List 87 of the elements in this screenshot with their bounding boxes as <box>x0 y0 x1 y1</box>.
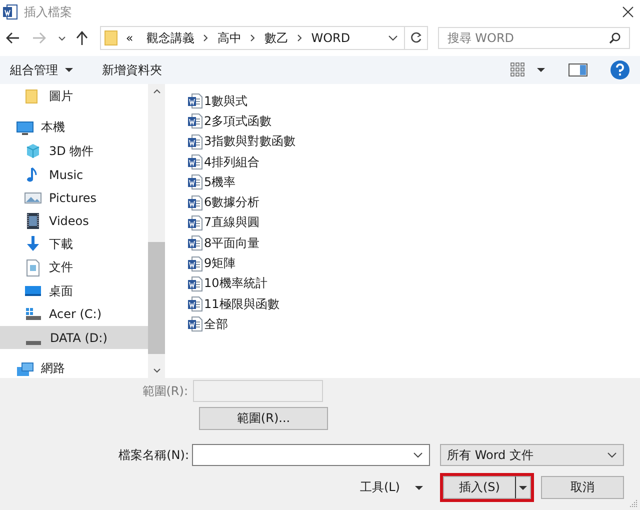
word-document-icon <box>187 256 203 272</box>
file-name[interactable]: 11極限與函數 <box>204 296 280 313</box>
document-icon <box>24 258 42 277</box>
file-name[interactable]: 10機率統計 <box>204 275 268 292</box>
sidebar-item[interactable]: 3D 物件 <box>0 140 148 163</box>
word-document-icon <box>187 93 203 110</box>
search-field[interactable]: 搜尋 WORD <box>439 28 609 48</box>
pc-icon <box>16 118 34 137</box>
file-name[interactable]: 2多項式函數 <box>204 112 272 130</box>
word-document-icon <box>187 154 203 170</box>
word-document-icon <box>187 194 203 211</box>
caret-icon[interactable] <box>536 67 546 73</box>
view-grid-icon[interactable] <box>510 62 526 78</box>
word-app-icon <box>2 4 18 20</box>
path-segment[interactable]: 數乙 <box>259 30 294 46</box>
close-icon[interactable] <box>622 6 634 18</box>
word-document-icon <box>187 316 203 332</box>
path-segment[interactable]: WORD <box>306 31 356 45</box>
word-document-icon <box>187 296 203 312</box>
caret-icon <box>414 484 424 490</box>
help-icon[interactable] <box>610 60 630 80</box>
search-icon[interactable] <box>608 32 621 44</box>
insert-button[interactable]: 插入(S) <box>443 476 515 499</box>
sidebar-item[interactable]: 圖片 <box>0 85 148 108</box>
file-name[interactable]: 3指數與對數函數 <box>204 133 296 150</box>
file-name[interactable]: 1數與式 <box>204 92 248 110</box>
overflow-chevron[interactable]: « <box>124 31 142 45</box>
refresh-icon[interactable] <box>410 32 422 44</box>
scrollbar[interactable] <box>148 84 165 378</box>
caret-icon <box>64 67 74 73</box>
chevron-icon <box>250 34 256 42</box>
scroll-down-icon[interactable] <box>152 368 160 373</box>
dropdown-chevron-icon[interactable] <box>413 452 423 458</box>
back-arrow-icon[interactable] <box>6 32 20 44</box>
word-document-icon <box>187 174 203 190</box>
sidebar-item[interactable]: 下載 <box>0 232 148 256</box>
word-document-icon <box>187 214 203 231</box>
path-segment[interactable]: 觀念講義 <box>141 30 200 46</box>
word-document-icon <box>187 134 203 150</box>
sidebar-item[interactable]: 文件 <box>0 256 148 280</box>
word-document-icon <box>187 113 203 130</box>
sidebar-item[interactable]: 本機 <box>0 116 148 140</box>
chevron-icon <box>203 34 208 42</box>
videos-icon <box>24 212 42 230</box>
preview-pane-icon[interactable] <box>568 63 588 77</box>
file-type-select[interactable]: 所有 Word 文件 <box>440 444 624 466</box>
network-icon <box>16 360 34 378</box>
download-icon <box>24 235 42 254</box>
folder-icon <box>104 30 118 46</box>
scroll-thumb[interactable] <box>148 242 165 354</box>
file-name-label: 檔案名稱(N): <box>118 446 190 464</box>
sidebar-item[interactable]: Pictures <box>0 186 148 210</box>
dropdown-chevron-icon <box>607 452 617 458</box>
file-name[interactable]: 5機率 <box>204 174 236 191</box>
file-name[interactable]: 4排列組合 <box>204 154 260 171</box>
organize-button[interactable]: 組合管理 <box>4 62 80 78</box>
drive-icon <box>26 340 41 345</box>
sidebar-item[interactable]: Videos <box>0 209 148 233</box>
up-arrow-icon[interactable] <box>76 31 88 45</box>
insert-menu-button[interactable] <box>515 476 531 499</box>
word-document-icon <box>187 235 203 252</box>
file-name[interactable]: 7直線與圓 <box>204 214 260 232</box>
new-folder-button[interactable]: 新增資料夾 <box>96 62 168 78</box>
file-name[interactable]: 全部 <box>204 316 228 333</box>
sidebar-item[interactable]: DATA (D:) <box>0 326 148 350</box>
address-bar[interactable]: « 觀念講義 高中 數乙 WORD <box>100 26 428 50</box>
caret-icon <box>518 484 528 490</box>
file-name[interactable]: 9矩陣 <box>204 255 236 272</box>
cube-icon <box>24 142 42 160</box>
sidebar-item[interactable]: 桌面 <box>0 279 148 303</box>
chevron-icon <box>297 34 302 42</box>
file-name[interactable]: 8平面向量 <box>204 234 260 252</box>
file-name[interactable]: 6數據分析 <box>204 194 260 212</box>
file-name-box[interactable] <box>192 444 430 466</box>
cancel-button[interactable]: 取消 <box>541 476 624 499</box>
sidebar-item[interactable]: 網路 <box>0 357 148 381</box>
sidebar-item[interactable]: Music <box>0 162 148 186</box>
word-document-icon <box>187 276 203 292</box>
path-segment[interactable]: 高中 <box>212 30 246 46</box>
dropdown-chevron-icon[interactable] <box>388 35 398 41</box>
window-title: 插入檔案 <box>24 4 72 20</box>
range-label: 範圍(R): <box>141 382 189 400</box>
search-box[interactable]: 搜尋 WORD <box>438 27 630 49</box>
dropdown-chevron-icon[interactable] <box>58 36 66 40</box>
sidebar-item[interactable]: Acer (C:) <box>0 302 148 326</box>
tools-button[interactable]: 工具(L) <box>360 479 424 496</box>
scroll-up-icon[interactable] <box>152 89 160 94</box>
